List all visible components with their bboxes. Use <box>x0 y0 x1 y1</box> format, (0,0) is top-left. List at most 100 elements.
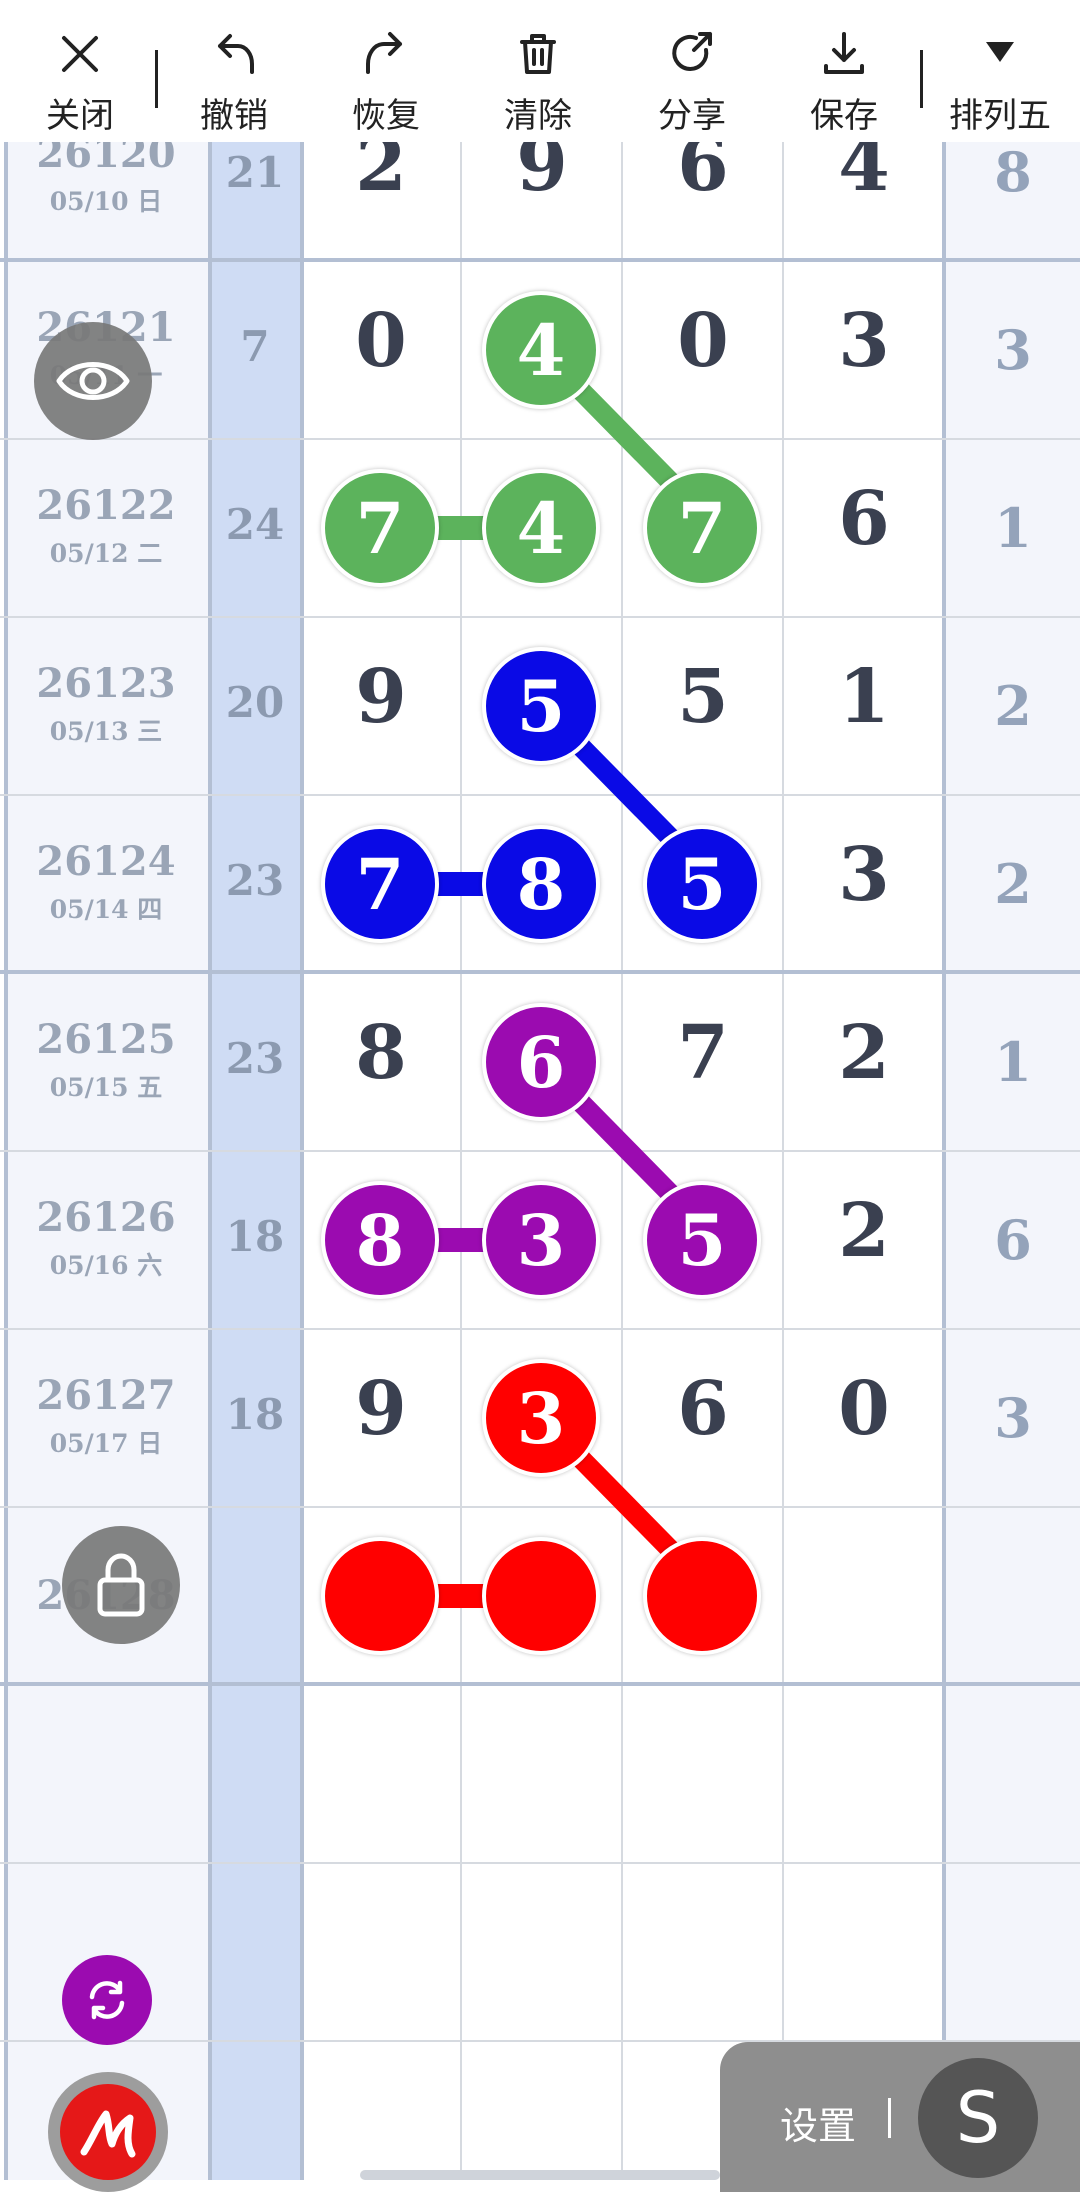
extra-column <box>946 142 1080 2180</box>
save-button[interactable]: 保存 <box>774 0 914 142</box>
sum-value: 7 <box>240 322 270 371</box>
grid-line <box>208 142 212 2180</box>
digit-cell: 0 <box>677 298 729 384</box>
settings-logo-button[interactable]: S <box>918 2058 1038 2178</box>
grid-line <box>0 1506 1080 1508</box>
lottery-selector[interactable]: 排列五 <box>930 0 1070 142</box>
extra-value: 3 <box>994 318 1032 382</box>
undo-button[interactable]: 撤销 <box>164 0 304 142</box>
marker-ball-empty[interactable] <box>643 1537 761 1655</box>
settings-label[interactable]: 设置 <box>780 2095 856 2150</box>
sum-value: 20 <box>225 678 285 727</box>
issue-date: 05/14 四 <box>49 895 163 924</box>
close-button[interactable]: 关闭 <box>10 0 150 142</box>
marker-ball[interactable]: 5 <box>643 825 761 943</box>
issue-number: 26126 <box>36 1194 176 1241</box>
marker-ball-empty[interactable] <box>482 1537 600 1655</box>
digit-cell: 0 <box>838 1366 890 1452</box>
issue-number: 26125 <box>36 1016 176 1063</box>
caret-down-icon <box>986 42 1014 62</box>
digit-cell: 2 <box>355 142 407 208</box>
digit-cell: 9 <box>516 142 568 208</box>
close-icon <box>62 36 98 72</box>
toolbar: 关闭 撤销 恢复 清除 分享 保存 排列五 <box>0 0 1080 142</box>
issue-column <box>4 142 208 2180</box>
issue-date: 05/17 日 <box>49 1429 163 1458</box>
undo-label: 撤销 <box>200 96 268 136</box>
grid-line <box>460 142 462 2180</box>
sum-value: 24 <box>225 500 285 549</box>
digit-cell: 9 <box>355 1366 407 1452</box>
sum-value: 23 <box>225 856 285 905</box>
extra-value: 1 <box>994 1030 1032 1094</box>
digit-cell: 2 <box>838 1010 890 1096</box>
digit-cell: 3 <box>838 832 890 918</box>
digit-cell: 7 <box>677 1010 729 1096</box>
grid-line <box>0 794 1080 796</box>
marker-ball[interactable]: 3 <box>482 1181 600 1299</box>
app-logo <box>60 2084 156 2180</box>
extra-value: 1 <box>994 496 1032 560</box>
issue-number: 26122 <box>36 482 176 529</box>
share-label: 分享 <box>658 96 726 136</box>
trend-grid: 26120 05/10 日 21 2 9 6 4 8 26121 05/11 一… <box>0 142 1080 2180</box>
marker-ball[interactable]: 8 <box>482 825 600 943</box>
digit-cell: 5 <box>677 654 729 740</box>
marker-ball[interactable]: 7 <box>643 469 761 587</box>
issue-date: 05/15 五 <box>49 1073 163 1102</box>
marker-ball[interactable]: 4 <box>482 469 600 587</box>
grid-line <box>942 142 946 2180</box>
share-icon <box>672 32 712 71</box>
digit-cell: 8 <box>355 1010 407 1096</box>
toolbar-divider <box>155 50 158 108</box>
marker-ball[interactable]: 7 <box>321 469 439 587</box>
clear-button[interactable]: 清除 <box>468 0 608 142</box>
refresh-button[interactable] <box>62 1955 152 2045</box>
issue-date: 05/12 二 <box>49 539 163 568</box>
digit-cell: 4 <box>838 142 890 208</box>
lottery-label: 排列五 <box>949 96 1051 136</box>
grid-line <box>0 1150 1080 1152</box>
marker-ball[interactable]: 4 <box>482 291 600 409</box>
issue-number: 26124 <box>36 838 176 885</box>
settings-divider <box>888 2098 891 2138</box>
grid-line <box>0 1328 1080 1330</box>
grid-line <box>300 142 304 2180</box>
digit-cell: 6 <box>838 476 890 562</box>
grid-line <box>782 142 784 2180</box>
issue-number: 26123 <box>36 660 176 707</box>
sum-column <box>210 142 300 2180</box>
sum-value: 18 <box>225 1212 285 1261</box>
extra-value: 2 <box>994 852 1032 916</box>
grid-line <box>0 1682 1080 1686</box>
marker-ball[interactable]: 8 <box>321 1181 439 1299</box>
redo-label: 恢复 <box>352 96 420 136</box>
digit-cell: 9 <box>355 654 407 740</box>
digit-cell: 6 <box>677 1366 729 1452</box>
undo-icon <box>218 34 254 74</box>
marker-ball[interactable]: 5 <box>643 1181 761 1299</box>
clear-label: 清除 <box>504 96 572 136</box>
marker-ball[interactable]: 6 <box>482 1003 600 1121</box>
digit-cell: 1 <box>838 654 890 740</box>
marker-ball[interactable]: 5 <box>482 647 600 765</box>
grid-line <box>0 616 1080 618</box>
issue-date: 05/13 三 <box>49 717 163 746</box>
app-launcher[interactable] <box>48 2072 168 2192</box>
marker-ball-empty[interactable] <box>321 1537 439 1655</box>
digit-cell: 6 <box>677 142 729 208</box>
issue-date: 05/16 六 <box>49 1251 163 1280</box>
refresh-icon <box>89 1980 125 2020</box>
redo-button[interactable]: 恢复 <box>316 0 456 142</box>
share-button[interactable]: 分享 <box>622 0 762 142</box>
eye-icon <box>56 362 130 400</box>
extra-value: 2 <box>994 674 1032 738</box>
visibility-toggle[interactable] <box>34 322 152 440</box>
digit-cell: 3 <box>838 298 890 384</box>
grid-line <box>0 438 1080 440</box>
grid-line <box>4 142 8 2180</box>
lock-toggle[interactable] <box>62 1526 180 1644</box>
marker-ball[interactable]: 7 <box>321 825 439 943</box>
s-logo-icon: S <box>955 2077 1001 2159</box>
marker-ball[interactable]: 3 <box>482 1359 600 1477</box>
